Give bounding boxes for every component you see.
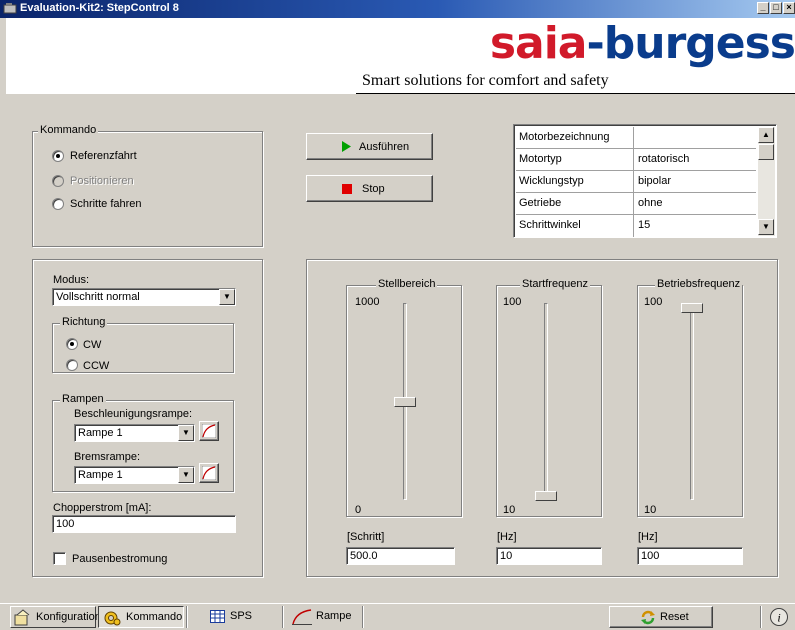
scroll-thumb[interactable] [758,144,774,160]
scroll-down-button[interactable]: ▼ [758,219,774,235]
radio-button[interactable] [66,359,78,371]
tab-rampe[interactable]: Rampe [286,606,362,628]
radio-button[interactable] [52,150,64,162]
chevron-down-icon[interactable]: ▼ [178,467,194,483]
svg-text:i: i [777,611,780,625]
stellbereich-thumb[interactable] [394,397,416,407]
startfrequenz-input[interactable]: 10 [496,547,602,565]
radio-button [52,175,64,187]
tab-separator [760,606,762,628]
table-row[interactable]: Motorbezeichnung [516,127,756,149]
richtung-group [52,323,234,373]
stellbereich-min: 0 [355,504,362,516]
gear-icon [104,611,121,626]
edit-accel-ramp-button[interactable] [199,421,219,441]
refresh-icon [641,610,655,625]
table-row[interactable]: Getriebe ohne [516,193,756,215]
info-icon: i [770,608,788,626]
edit-brake-ramp-button[interactable] [199,463,219,483]
table-row[interactable]: Wicklungstyp bipolar [516,171,756,193]
ramp-curve-icon [202,424,216,438]
chopper-current-input[interactable]: 100 [52,515,236,533]
betriebsfrequenz-track[interactable] [690,303,694,500]
modus-select[interactable]: Vollschritt normal ▼ [52,288,236,306]
modus-label: Modus: [53,274,90,286]
tab-separator [186,606,188,628]
kommando-label: Kommando [38,124,99,136]
accel-ramp-label: Beschleunigungsrampe: [74,408,193,420]
startfrequenz-min: 10 [503,504,516,516]
stellbereich-max: 1000 [355,296,380,308]
tab-separator [362,606,364,628]
brake-ramp-label: Bremsrampe: [74,451,141,463]
betriebsfrequenz-min: 10 [644,504,657,516]
chevron-down-icon[interactable]: ▼ [178,425,194,441]
info-button[interactable]: i [769,607,789,627]
stellbereich-unit: [Schritt] [347,531,385,543]
stop-icon [342,184,352,194]
tab-separator [282,606,284,628]
brand-header: saia-burgess Smart solutions for comfort… [6,18,795,94]
pause-label: Pausenbestromung [72,553,168,565]
maximize-button[interactable]: □ [770,2,782,14]
stellbereich-label: Stellbereich [376,278,438,290]
startfrequenz-track[interactable] [544,303,548,500]
startfrequenz-thumb[interactable] [535,491,557,501]
app-icon [3,3,17,14]
play-icon [342,141,351,152]
reset-button[interactable]: Reset [609,606,713,628]
startfrequenz-group [496,285,602,517]
rampen-label: Rampen [60,393,106,405]
motor-properties-table[interactable]: Motorbezeichnung Motortyp rotatorisch Wi… [513,124,777,238]
stellbereich-input[interactable]: 500.0 [346,547,455,565]
tab-kommando[interactable]: Kommando [98,606,184,628]
startfrequenz-label: Startfrequenz [520,278,591,290]
title-bar: Evaluation-Kit2: StepControl 8 _ □ × [0,0,795,18]
kommando-group [32,131,263,247]
tab-sps[interactable]: SPS [190,606,280,628]
company-logo: saia-burgess [489,18,795,69]
betriebsfrequenz-unit: [Hz] [638,531,658,543]
window-title: Evaluation-Kit2: StepControl 8 [20,2,179,14]
chevron-down-icon[interactable]: ▼ [219,289,235,305]
startfrequenz-unit: [Hz] [497,531,517,543]
minimize-button[interactable]: _ [757,2,769,14]
pause-checkbox[interactable] [53,552,66,565]
richtung-label: Richtung [60,316,108,328]
brake-ramp-select[interactable]: Rampe 1 ▼ [74,466,195,484]
config-icon [14,609,30,626]
scroll-up-button[interactable]: ▲ [758,127,774,143]
radio-button[interactable] [52,198,64,210]
betriebsfrequenz-thumb[interactable] [681,303,703,313]
stop-button[interactable]: Stop [306,175,433,202]
header-divider [356,93,795,94]
run-button[interactable]: Ausführen [306,133,433,160]
ramp-curve-icon [292,609,312,625]
radio-button[interactable] [66,338,78,350]
tabbar-divider [0,603,795,604]
close-button[interactable]: × [783,2,795,14]
betriebsfrequenz-input[interactable]: 100 [637,547,743,565]
table-icon [210,610,225,623]
tab-konfiguration[interactable]: Konfiguration [10,606,101,628]
chopper-label: Chopperstrom [mA]: [53,502,152,514]
betriebsfrequenz-label: Betriebsfrequenz [655,278,743,290]
betriebsfrequenz-max: 100 [644,296,663,308]
accel-ramp-select[interactable]: Rampe 1 ▼ [74,424,195,442]
tagline: Smart solutions for comfort and safety [362,72,609,89]
table-row[interactable]: Motortyp rotatorisch [516,149,756,171]
startfrequenz-max: 100 [503,296,522,308]
ramp-curve-icon [202,466,216,480]
table-scrollbar[interactable]: ▲ ▼ [758,127,775,236]
table-row[interactable]: Schrittwinkel 15 [516,215,756,237]
